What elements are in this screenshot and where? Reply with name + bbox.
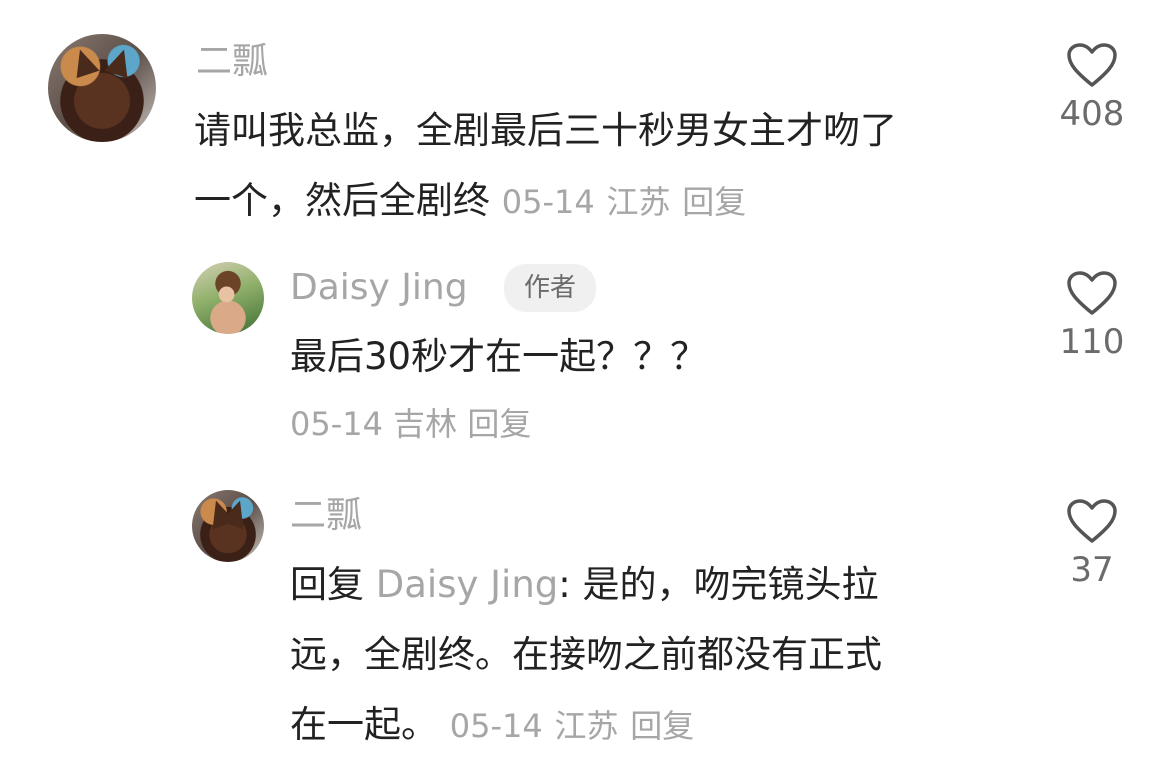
comment-date: 05-14 xyxy=(501,183,595,221)
comment-username[interactable]: 二瓢 xyxy=(196,40,268,84)
like-button[interactable]: 408 xyxy=(1042,42,1142,134)
reply-to-username[interactable]: Daisy Jing xyxy=(376,563,559,606)
comment-text-line-2: 远，全剧终。在接吻之前都没有正式 xyxy=(290,633,882,676)
comment-location: 吉林 xyxy=(393,405,458,443)
comment-meta: 05-14 吉林 回复 xyxy=(290,402,531,446)
comment-text: 请叫我总监，全剧最后三十秒男女主才吻了 一个，然后全剧终 05-14 江苏 回复 xyxy=(194,96,1034,237)
cat-avatar[interactable] xyxy=(48,34,156,142)
comment-text-line-2-body: 一个，然后全剧终 xyxy=(194,179,490,222)
comment-text-line-3: 在一起。 05-14 江苏 回复 xyxy=(290,690,1010,761)
reply-button[interactable]: 回复 xyxy=(630,707,694,745)
like-count: 110 xyxy=(1059,322,1125,362)
girl-avatar[interactable] xyxy=(192,262,264,334)
comment-text-line-3-body: 在一起。 xyxy=(290,703,438,746)
comment-location: 江苏 xyxy=(554,707,619,745)
author-badge: 作者 xyxy=(504,264,597,312)
comment-text-line-2: 一个，然后全剧终 05-14 江苏 回复 xyxy=(194,166,1034,237)
cat-avatar[interactable] xyxy=(192,490,264,562)
heart-outline-icon xyxy=(1067,43,1117,87)
comment-location: 江苏 xyxy=(606,183,671,221)
comment-username[interactable]: 二瓢 xyxy=(290,494,362,538)
comment-text: 回复 Daisy Jing: 是的，吻完镜头拉 远，全剧终。在接吻之前都没有正式… xyxy=(290,550,1010,761)
reply-button[interactable]: 回复 xyxy=(467,405,531,443)
heart-outline-icon xyxy=(1067,271,1117,315)
heart-outline-icon xyxy=(1067,499,1117,543)
reply-prefix: 回复 xyxy=(290,563,364,606)
comment-username[interactable]: Daisy Jing xyxy=(290,266,468,310)
like-count: 37 xyxy=(1070,550,1114,590)
comment-text-line-1: 回复 Daisy Jing: 是的，吻完镜头拉 xyxy=(290,550,1010,620)
comment-text-line-1-body: : 是的，吻完镜头拉 xyxy=(558,563,879,606)
comment-date: 05-14 xyxy=(290,405,383,443)
like-count: 408 xyxy=(1059,94,1125,134)
like-button[interactable]: 37 xyxy=(1042,498,1142,590)
comment-text: 最后30秒才在一起？？？ xyxy=(290,335,708,378)
comment-text-line-1: 请叫我总监，全剧最后三十秒男女主才吻了 xyxy=(194,109,897,152)
comment-date: 05-14 xyxy=(449,707,543,745)
reply-button[interactable]: 回复 xyxy=(682,183,746,221)
like-button[interactable]: 110 xyxy=(1042,270,1142,362)
